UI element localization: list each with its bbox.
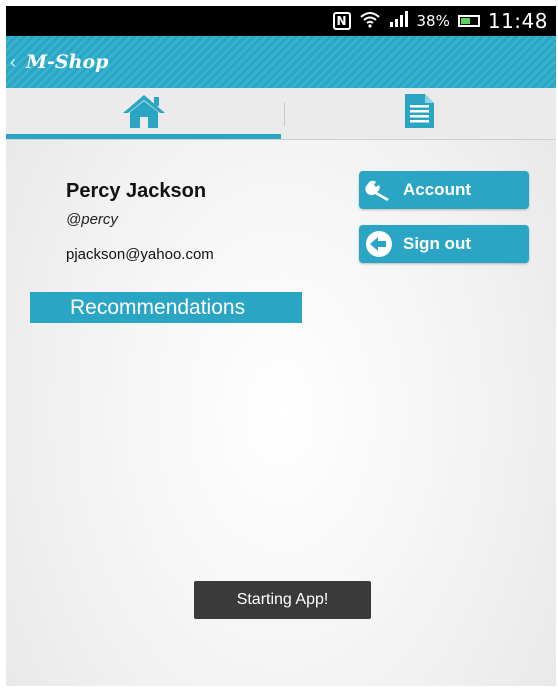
tab-list[interactable]	[281, 88, 556, 139]
tab-bar	[6, 88, 556, 140]
app-title[interactable]: M-Shop	[26, 51, 108, 73]
signal-icon	[389, 11, 409, 31]
user-handle: @percy	[66, 211, 118, 228]
account-button-label: Account	[403, 180, 471, 199]
battery-icon	[457, 15, 480, 27]
battery-percentage: 38%	[416, 12, 450, 30]
recommendations-button[interactable]: Recommendations	[30, 292, 302, 323]
status-bar: N 38% 11:48	[6, 6, 556, 36]
action-bar: ‹ M-Shop	[6, 36, 556, 88]
sign-out-button[interactable]: Sign out	[359, 225, 529, 263]
home-icon	[122, 93, 166, 134]
account-button[interactable]: Account	[359, 171, 529, 209]
back-chevron-icon[interactable]: ‹	[10, 52, 16, 73]
toast-message: Starting App!	[194, 581, 371, 619]
user-name: Percy Jackson	[66, 180, 207, 202]
clock: 11:48	[487, 9, 548, 33]
app-screen: N 38% 11:48 ‹ M-Shop Percy Jackson @perc…	[6, 6, 556, 686]
back-arrow-circle-icon	[359, 229, 399, 259]
nfc-icon: N	[332, 12, 351, 30]
wifi-icon	[359, 10, 381, 32]
user-email: pjackson@yahoo.com	[66, 246, 214, 263]
document-list-icon	[403, 93, 435, 134]
sign-out-button-label: Sign out	[403, 234, 471, 253]
tab-home[interactable]	[6, 88, 281, 139]
wrench-icon	[359, 178, 399, 202]
